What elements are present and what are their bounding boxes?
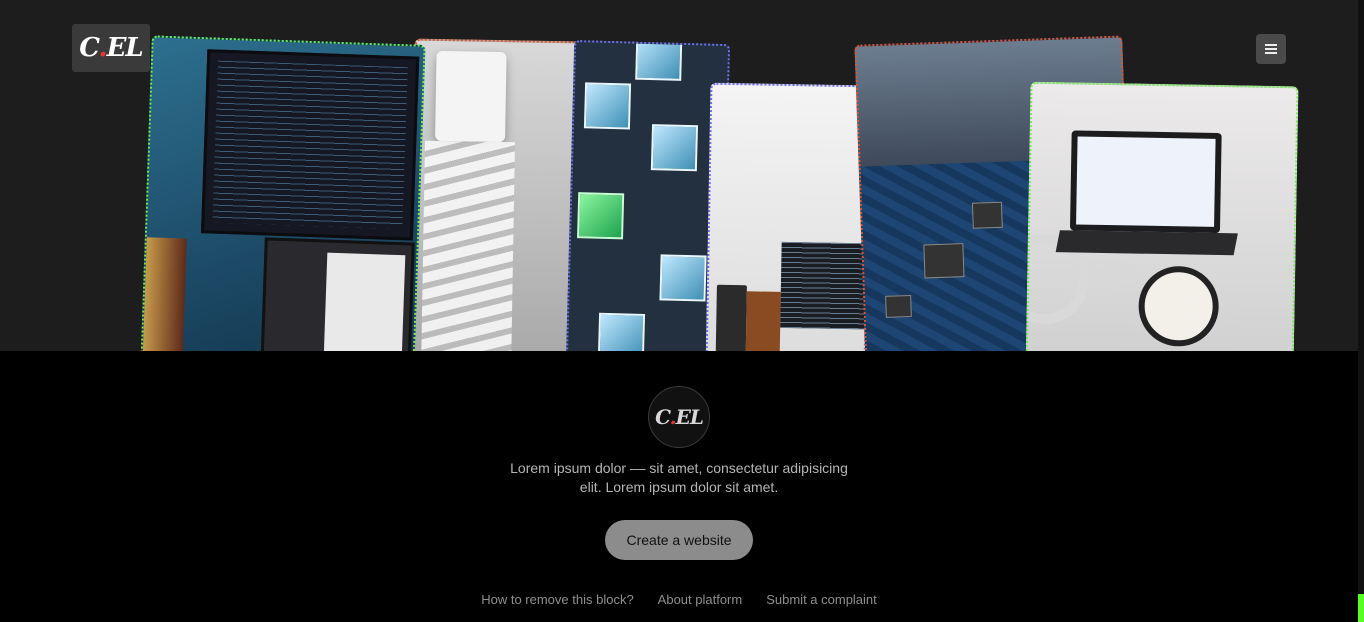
hero-image-glass-cubes [565, 40, 731, 351]
page-scrollbar[interactable] [1358, 0, 1364, 622]
hero-image-workspace [705, 82, 871, 351]
hero-image-3d-printer [409, 38, 587, 351]
hamburger-icon [1265, 44, 1277, 54]
hero-image-electronics-testing [1025, 81, 1299, 351]
footer-description: Lorem ipsum dolor –– sit amet, consectet… [510, 460, 848, 495]
link-about-platform[interactable]: About platform [658, 592, 743, 607]
hero-image-code-monitor [140, 35, 426, 351]
link-submit-complaint[interactable]: Submit a complaint [766, 592, 877, 607]
footer-logo: C.EL [648, 386, 710, 448]
footer-logo-wordmark: C.EL [655, 405, 704, 429]
create-website-button[interactable]: Create a website [605, 520, 753, 560]
link-remove-block[interactable]: How to remove this block? [481, 592, 633, 607]
site-logo[interactable]: C.EL [72, 24, 150, 72]
hero-gallery: C.EL [0, 0, 1358, 351]
footer-links: How to remove this block? About platform… [0, 592, 1358, 607]
scrollbar-thumb[interactable] [1358, 594, 1364, 622]
menu-button[interactable] [1256, 34, 1286, 64]
logo-wordmark: C.EL [79, 33, 143, 63]
